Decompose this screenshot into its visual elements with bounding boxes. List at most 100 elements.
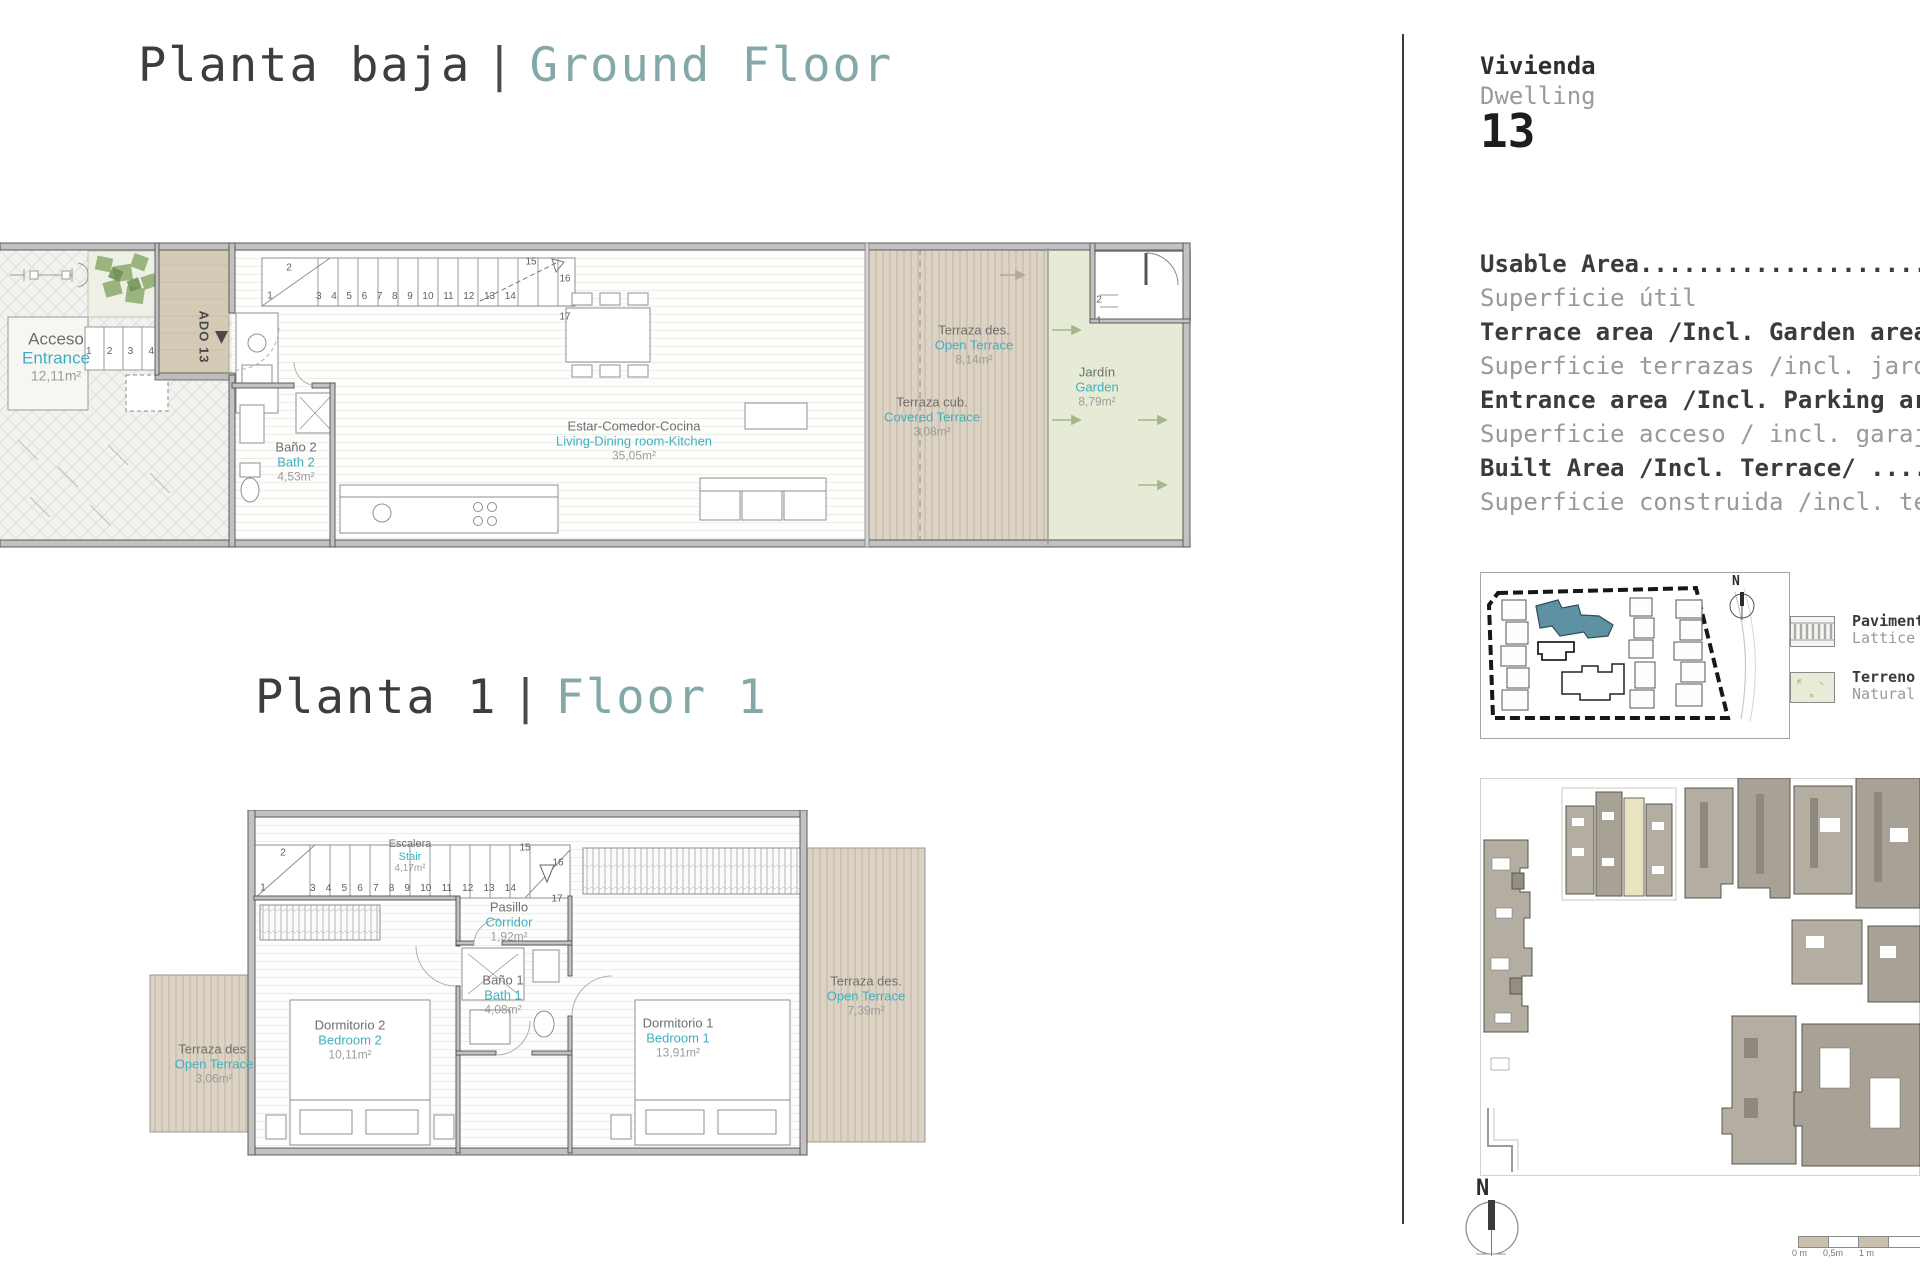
garden-step-1: 1 <box>1096 315 1102 327</box>
bath1-label-es: Baño 1 <box>482 972 524 988</box>
f1-stair-16: 16 <box>552 857 564 869</box>
open-terrace-gf-area: 8,14m² <box>955 351 993 366</box>
big-plan-bottom-cluster <box>1721 1015 1920 1167</box>
spec-usable-area-es: Superficie útil <box>1480 284 1697 312</box>
f1-stair-run: 3 4 5 6 7 8 9 10 11 12 13 14 <box>310 883 516 894</box>
bath2-label-area: 4,53m² <box>277 468 315 483</box>
room-label-stair: Escalera Stair 4,17m² <box>389 838 432 874</box>
bedroom1-label-es: Dormitorio 1 <box>642 1015 714 1031</box>
bath1-label-area: 4,08m² <box>484 1001 522 1016</box>
entrance-label-area: 12,11m² <box>30 367 82 384</box>
gf-stair-2: 2 <box>286 262 292 274</box>
terrace-right-es: Terraza des. <box>830 973 902 989</box>
brochure-page: Planta baja | Ground Floor Acceso Entran… <box>0 0 1920 1280</box>
bedroom1-label-en: Bedroom 1 <box>646 1030 710 1046</box>
floor1-title: Planta 1 | Floor 1 <box>255 670 768 725</box>
site-location-map <box>1480 572 1790 739</box>
spec-built-area-es: Superficie construida /incl. terraza/ <box>1480 488 1920 516</box>
big-plan-right-cluster <box>1684 778 1920 909</box>
corner-room <box>1092 250 1191 322</box>
bath2-label-es: Baño 2 <box>275 439 317 455</box>
f1-wardrobe-right <box>582 847 802 895</box>
dwelling-label-es: Vivienda <box>1480 52 1596 80</box>
bedroom2-label-en: Bedroom 2 <box>318 1032 382 1048</box>
entrance-label-es: Acceso <box>28 329 84 349</box>
terrace-left-en: Open Terrace <box>174 1056 254 1072</box>
ground-title-english: Ground Floor <box>529 38 894 93</box>
scale-bar <box>1798 1236 1920 1248</box>
site-plan-large <box>1480 778 1920 1176</box>
legend-swatch-lattice <box>1790 616 1835 647</box>
terrace-left-es: Terraza des. <box>178 1041 250 1057</box>
entry-tread-numbers: 1234 <box>86 346 154 357</box>
legend-lattice-en: Lattice <box>1852 629 1916 647</box>
bedroom2-label-area: 10,11m² <box>328 1046 372 1061</box>
spec-terrace-area-es: Superficie terrazas /incl. jardín/ <box>1480 352 1920 380</box>
gf-stair-17: 17 <box>559 311 571 323</box>
garden-step-2: 2 <box>1096 294 1102 306</box>
terrace-right-en: Open Terrace <box>826 988 906 1004</box>
gf-stair-16: 16 <box>559 273 571 285</box>
sofa <box>699 477 827 521</box>
kitchen-island <box>339 484 559 534</box>
f1-wardrobe-left <box>259 904 381 941</box>
stair-label-en: Stair <box>398 850 422 863</box>
living-label-en: Living-Dining room-Kitchen <box>555 433 713 449</box>
legend-natural-en: Natural <box>1852 685 1916 703</box>
gf-stair-15: 15 <box>525 256 537 268</box>
corridor-label-en: Corridor <box>485 914 533 930</box>
entrance-label-en: Entrance <box>21 349 91 369</box>
open-terrace-gf-es: Terraza des. <box>938 322 1010 338</box>
terrace-left-area: 3,06m² <box>195 1070 233 1085</box>
stair-label-area: 4,17m² <box>394 862 426 874</box>
bottom-compass <box>1465 1200 1519 1256</box>
ground-title-spanish: Planta baja <box>138 38 472 93</box>
room-label-corridor: Pasillo Corridor 1,92m² <box>486 900 533 943</box>
corridor-label-es: Pasillo <box>489 899 529 915</box>
spec-entrance-area-es: Superficie acceso / incl. garaje/ <box>1480 420 1920 448</box>
floor1-title-english: Floor 1 <box>555 670 768 725</box>
scale-bar-ticks: 0 m 0,5m 1 m <box>1792 1248 1874 1258</box>
bedroom1-label-area: 13,91m² <box>655 1044 701 1059</box>
info-panel: Vivienda Dwelling 13 Usable Area........… <box>1404 0 1920 1280</box>
bath2-label-en: Bath 2 <box>277 454 315 470</box>
spec-terrace-area-en: Terrace area /Incl. Garden area/..... <box>1480 318 1920 346</box>
covered-terrace-area: 3,08m² <box>913 423 951 438</box>
room-label-bedroom1: Dormitorio 1 Bedroom 1 13,91m² <box>643 1016 714 1059</box>
terrace-right-area: 7,39m² <box>847 1002 885 1017</box>
f1-stair-2: 2 <box>280 847 286 859</box>
ado-access-strip <box>154 247 236 381</box>
spec-entrance-area-en: Entrance area /Incl. Parking area/... <box>1480 386 1920 414</box>
stair-label-es: Escalera <box>388 837 432 850</box>
kitchen-counter-wall <box>235 312 279 414</box>
covered-terrace-es: Terraza cub. <box>896 394 968 410</box>
sideboard <box>744 402 808 430</box>
bath1-label-en: Bath 1 <box>484 987 522 1003</box>
room-label-open-terrace-f1-left: Terraza des. Open Terrace 3,06m² <box>175 1042 254 1085</box>
ado-13-label: ADO 13 <box>196 310 212 364</box>
legend-natural-es: Terreno <box>1852 668 1916 686</box>
corridor-label-area: 1,92m² <box>490 928 528 943</box>
room-label-covered-terrace: Terraza cub. Covered Terrace 3,08m² <box>884 395 980 438</box>
ground-floor-title: Planta baja | Ground Floor <box>138 38 893 93</box>
floor1-title-separator: | <box>511 670 542 725</box>
f1-stair-17: 17 <box>551 893 563 905</box>
title-separator: | <box>485 38 516 93</box>
bedroom2-label-es: Dormitorio 2 <box>314 1017 386 1033</box>
covered-terrace-en: Covered Terrace <box>884 409 980 425</box>
room-label-entrance: Acceso Entrance 12,11m² <box>22 330 90 385</box>
gf-stair-1: 1 <box>267 290 273 302</box>
living-label-area: 35,05m² <box>611 447 657 462</box>
open-terrace-gf-en: Open Terrace <box>934 337 1014 353</box>
garden-label-en: Garden <box>1075 379 1119 395</box>
room-label-bath2: Baño 2 Bath 2 4,53m² <box>275 440 316 483</box>
room-label-open-terrace-gf: Terraza des. Open Terrace 8,14m² <box>935 323 1014 366</box>
map-compass-n-label: N <box>1732 574 1740 589</box>
room-label-bedroom2: Dormitorio 2 Bedroom 2 10,11m² <box>315 1018 386 1061</box>
entrance-planter <box>87 250 165 318</box>
dwelling-number: 13 <box>1480 104 1536 158</box>
living-label-es: Estar-Comedor-Cocina <box>567 418 701 434</box>
garden-label-es: Jardín <box>1078 364 1116 380</box>
f1-stair-1: 1 <box>260 882 266 894</box>
legend-lattice-es: Pavimento <box>1852 612 1920 630</box>
